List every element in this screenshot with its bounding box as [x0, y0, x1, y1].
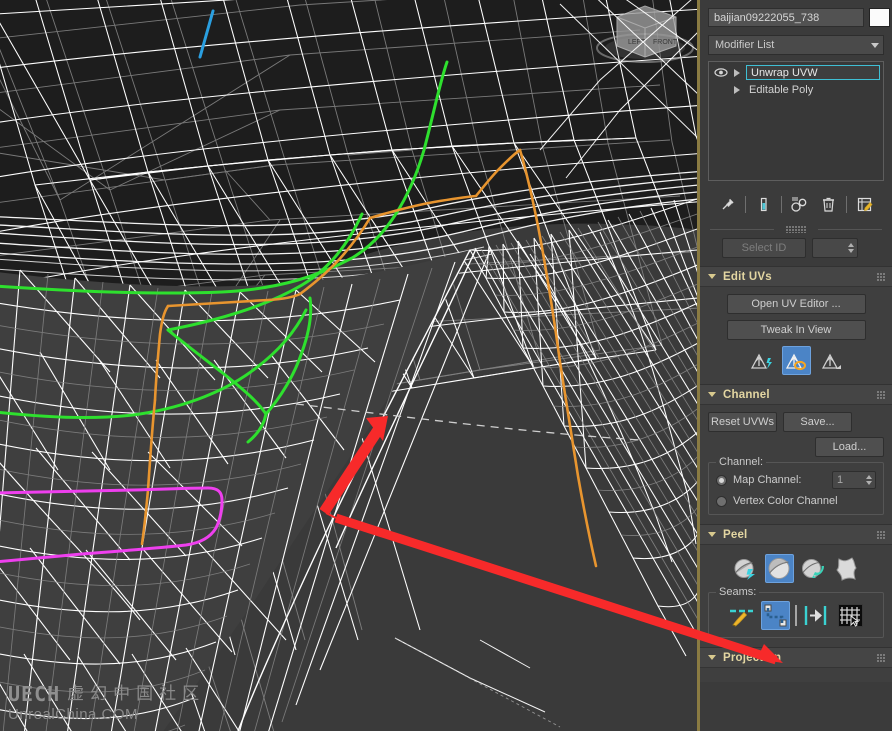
select-id-button[interactable]: Select ID [722, 238, 806, 258]
object-name-row: baijian09222055_738 [700, 0, 892, 27]
rollout-grip-icon[interactable] [877, 654, 885, 662]
application-window: LEFT FRONT UECH 虚幻中国社区 UnrealChina.COM b… [0, 0, 892, 731]
modifier-stack-item-unwrap-uvw[interactable]: Unwrap UVW [711, 64, 881, 81]
modifier-stack[interactable]: Unwrap UVW Editable Poly [708, 61, 884, 181]
rollout-peel: Peel Seams: [700, 524, 892, 647]
modifier-stack-toolbar [700, 191, 892, 217]
expand-arrow-icon[interactable] [734, 85, 740, 94]
rollout-title: Edit UVs [723, 270, 772, 283]
rollout-grip-icon[interactable] [877, 391, 885, 399]
rollout-body-edit-uvs: Open UV Editor ... Tweak In View [700, 287, 892, 384]
expand-arrow-icon[interactable] [734, 68, 740, 77]
rollout-title: Projection [723, 651, 782, 664]
toolbar-divider [846, 195, 847, 213]
select-id-spinner[interactable] [812, 238, 858, 258]
modifier-list-dropdown[interactable]: Modifier List [708, 35, 884, 55]
quick-map-gizmo-icon[interactable] [817, 346, 846, 375]
modifier-list-label: Modifier List [715, 39, 775, 51]
rollout-header-projection[interactable]: Projection [700, 648, 892, 668]
rollout-channel: Channel Reset UVWs Save... Load... Chann… [700, 384, 892, 524]
rollout-header-peel[interactable]: Peel [700, 525, 892, 545]
object-name-field[interactable]: baijian09222055_738 [708, 8, 864, 27]
collapse-arrow-icon[interactable] [708, 655, 716, 660]
peel-detach-icon[interactable] [799, 554, 828, 583]
radio-selected-icon[interactable] [716, 474, 727, 486]
rollout-edit-uvs: Edit UVs Open UV Editor ... Tweak In Vie… [700, 266, 892, 384]
expand-polygon-selection-to-seams-icon[interactable] [836, 601, 865, 630]
make-unique-icon[interactable] [788, 193, 811, 216]
rollout-title: Peel [723, 528, 748, 541]
radio-vertex-color-channel[interactable]: Vertex Color Channel [716, 495, 876, 507]
rollout-grip-icon[interactable] [877, 273, 885, 281]
edge-sel-to-seams-icon[interactable] [802, 601, 831, 630]
object-color-swatch[interactable] [869, 8, 890, 27]
rollout-title: Channel [723, 388, 770, 401]
radio-unselected-icon[interactable] [716, 495, 727, 507]
point-to-point-seams-icon[interactable] [761, 601, 790, 630]
light-bulb-icon[interactable] [714, 66, 728, 79]
seams-divider [795, 605, 797, 626]
seams-groupbox: Seams: [708, 586, 884, 638]
collapse-arrow-icon[interactable] [708, 274, 716, 279]
modifier-stack-item-editable-poly[interactable]: Editable Poly [711, 81, 881, 98]
light-bulb-placeholder-icon [714, 83, 728, 96]
peel-mode-icon[interactable] [764, 554, 794, 583]
select-id-row: Select ID [700, 234, 892, 266]
collapse-arrow-icon[interactable] [708, 532, 716, 537]
save-button[interactable]: Save... [783, 412, 852, 432]
command-panel: baijian09222055_738 Modifier List Unwrap… [700, 0, 892, 731]
viewport-perspective[interactable]: LEFT FRONT UECH 虚幻中国社区 UnrealChina.COM [0, 0, 700, 731]
rollout-body-peel: Seams: [700, 545, 892, 647]
planar-map-icon[interactable] [781, 346, 811, 375]
svg-text:FRONT: FRONT [653, 39, 678, 46]
remove-modifier-icon[interactable] [817, 193, 840, 216]
pelt-map-icon[interactable] [833, 554, 862, 583]
spinner-arrows-icon[interactable] [866, 475, 872, 485]
edit-seams-icon[interactable] [727, 601, 756, 630]
viewport-wireframe-canvas: LEFT FRONT [0, 0, 700, 731]
collapse-arrow-icon[interactable] [708, 392, 716, 397]
quick-peel-icon[interactable] [731, 554, 760, 583]
rollout-grip-icon[interactable] [877, 531, 885, 539]
rollout-header-edit-uvs[interactable]: Edit UVs [700, 267, 892, 287]
radio-label: Vertex Color Channel [733, 495, 838, 507]
quick-planar-map-icon[interactable] [747, 346, 776, 375]
modifier-name[interactable]: Unwrap UVW [746, 65, 880, 80]
toolbar-divider [745, 195, 746, 213]
configure-modifier-sets-icon[interactable] [853, 193, 876, 216]
load-button[interactable]: Load... [815, 437, 884, 457]
channel-group-title: Channel: [716, 456, 767, 468]
modifier-name[interactable]: Editable Poly [746, 84, 813, 96]
rollout-header-channel[interactable]: Channel [700, 385, 892, 405]
radio-label: Map Channel: [733, 474, 802, 486]
pin-stack-icon[interactable] [716, 193, 739, 216]
reset-uvws-button[interactable]: Reset UVWs [708, 412, 777, 432]
rollout-projection: Projection [700, 647, 892, 682]
radio-map-channel[interactable]: Map Channel: 1 [716, 471, 876, 489]
channel-groupbox: Channel: Map Channel: 1 Vertex Color Cha… [708, 456, 884, 515]
panel-resize-grip[interactable] [786, 226, 806, 233]
show-end-result-icon[interactable] [752, 193, 775, 216]
map-channel-spinner[interactable]: 1 [832, 471, 876, 489]
rollout-body-projection [700, 668, 892, 682]
tweak-in-view-button[interactable]: Tweak In View [726, 320, 866, 340]
chevron-down-icon [871, 43, 879, 48]
map-channel-value: 1 [837, 474, 844, 486]
spinner-arrows-icon[interactable] [848, 243, 854, 253]
toolbar-divider [781, 195, 782, 213]
open-uv-editor-button[interactable]: Open UV Editor ... [726, 294, 866, 314]
panel-divider [710, 225, 882, 234]
rollout-body-channel: Reset UVWs Save... Load... Channel: Map … [700, 405, 892, 524]
seams-group-title: Seams: [716, 586, 760, 598]
